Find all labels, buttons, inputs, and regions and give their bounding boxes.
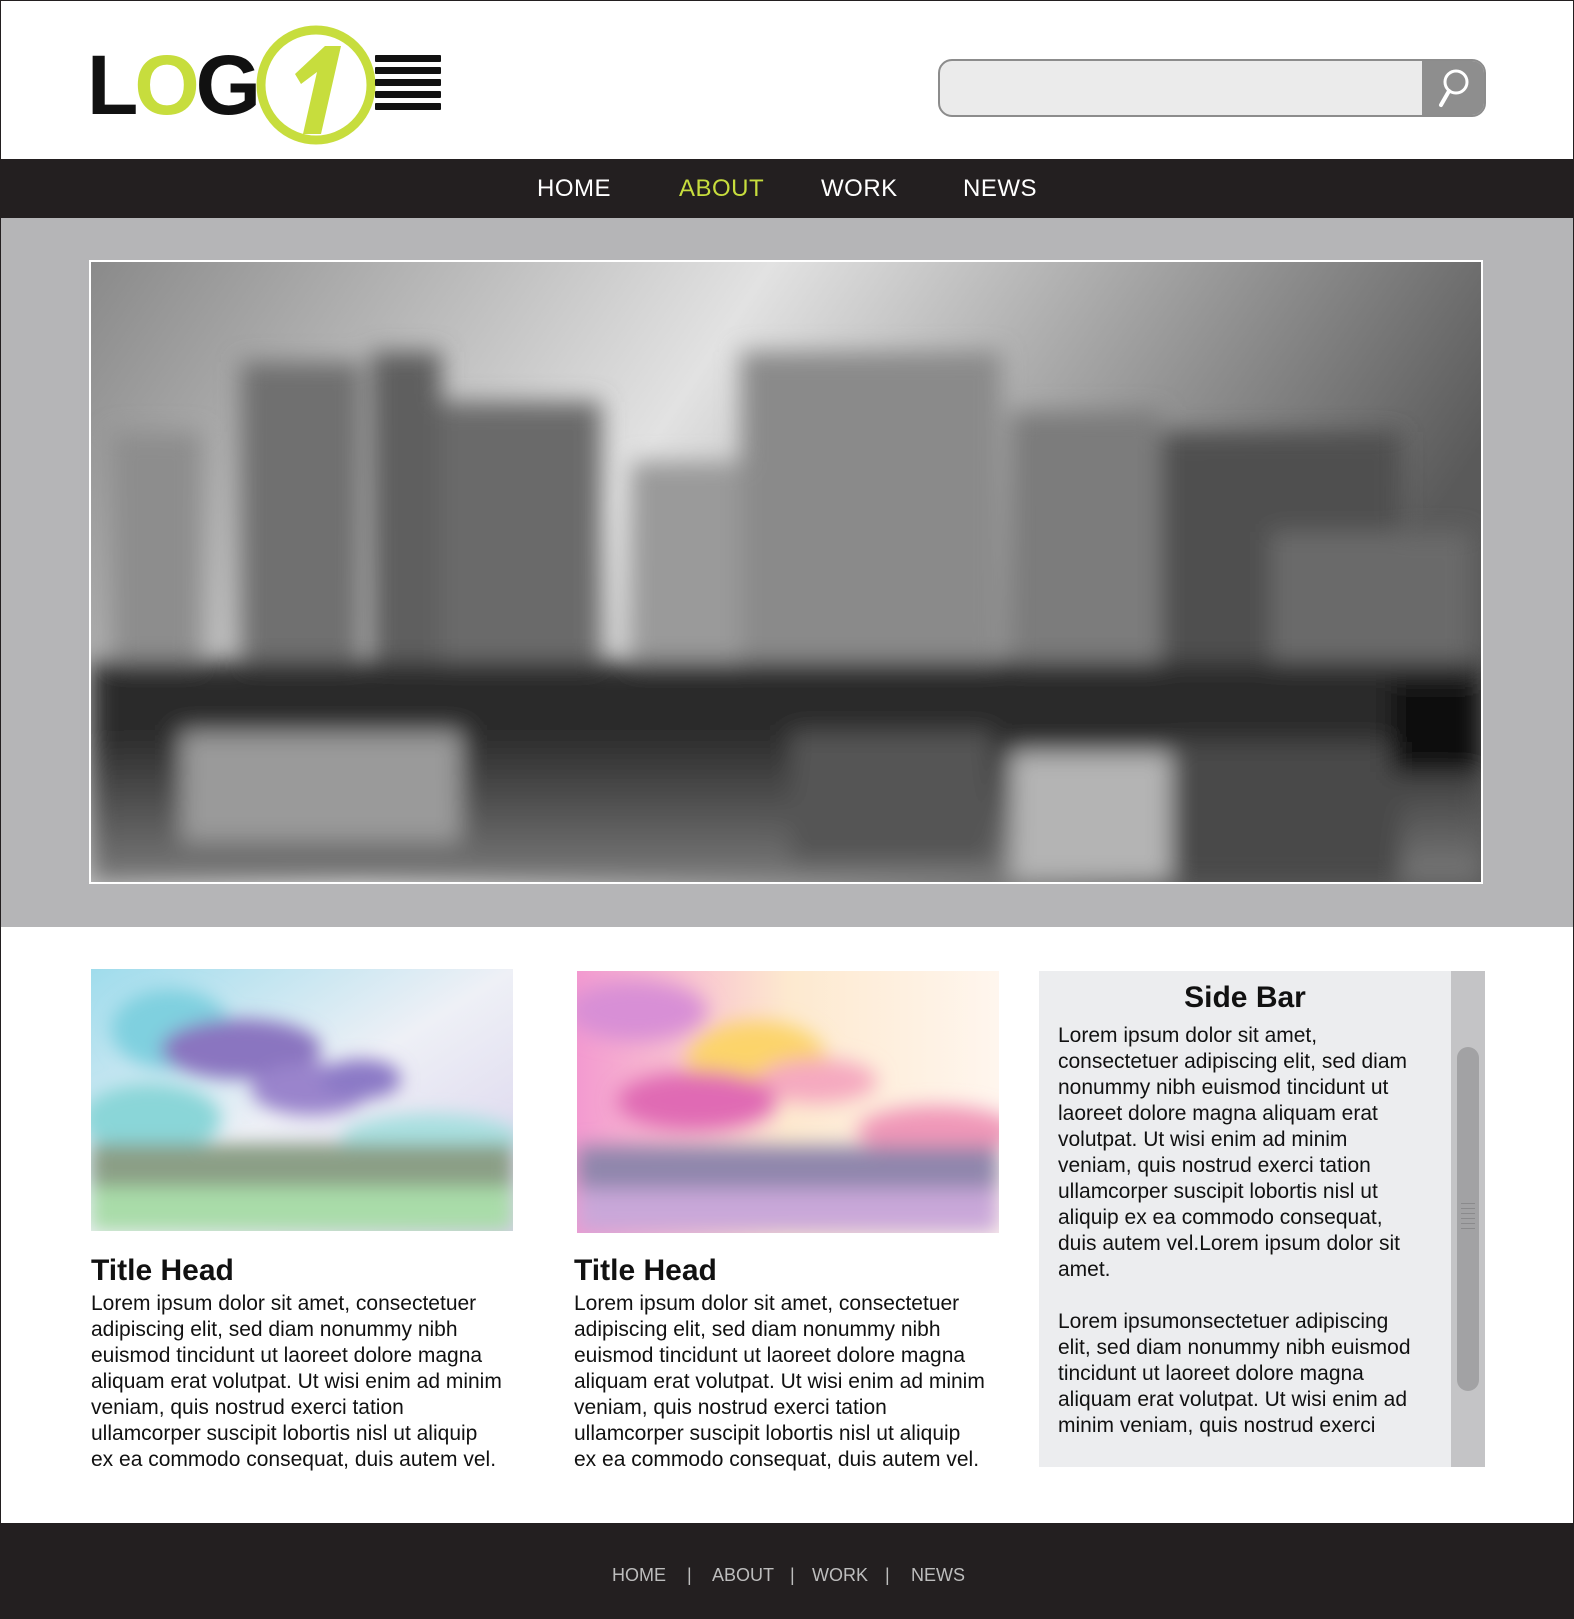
nav-item-about[interactable]: ABOUT xyxy=(679,175,764,203)
card-title: Title Head xyxy=(91,1254,234,1287)
footer-link-news[interactable]: NEWS xyxy=(911,1565,965,1586)
card-title: Title Head xyxy=(574,1254,717,1287)
header: LOG xyxy=(1,1,1573,159)
nav-item-work[interactable]: WORK xyxy=(821,175,898,203)
footer: HOME | ABOUT | WORK | NEWS xyxy=(1,1523,1573,1618)
footer-link-about[interactable]: ABOUT xyxy=(712,1565,774,1586)
search-bar xyxy=(938,59,1486,117)
footer-separator: | xyxy=(885,1565,890,1585)
sidebar-text: Lorem ipsum dolor sit amet, consectetuer… xyxy=(1058,1024,1411,1437)
logo-wordmark: LOG xyxy=(87,43,261,127)
page-frame: LOG HOME ABOUT WORK NEWS Title Head Lore… xyxy=(0,0,1574,1619)
footer-separator: | xyxy=(790,1565,795,1585)
main-nav: HOME ABOUT WORK NEWS xyxy=(1,159,1573,218)
footer-separator: | xyxy=(687,1565,692,1585)
footer-link-home[interactable]: HOME xyxy=(612,1565,666,1586)
card-body: Lorem ipsum dolor sit amet, consectetuer… xyxy=(574,1292,985,1471)
logo-badge-icon xyxy=(256,25,376,145)
search-button[interactable] xyxy=(1422,61,1484,115)
logo-text-prefix: LOG xyxy=(87,38,261,132)
sidebar: Side Bar Lorem ipsum dolor sit amet, con… xyxy=(1039,971,1485,1467)
card-image-aurora xyxy=(91,969,513,1231)
logo-lines-icon xyxy=(375,55,441,115)
nav-item-news[interactable]: NEWS xyxy=(963,175,1037,203)
hero-image xyxy=(89,260,1483,884)
sidebar-title: Side Bar xyxy=(1184,981,1306,1014)
scrollbar-thumb[interactable] xyxy=(1457,1047,1479,1391)
card-image-sunset xyxy=(577,971,999,1233)
search-icon xyxy=(1439,69,1469,107)
footer-link-work[interactable]: WORK xyxy=(812,1565,868,1586)
logo[interactable]: LOG xyxy=(87,21,447,146)
grip-icon xyxy=(1461,1203,1475,1233)
card-body: Lorem ipsum dolor sit amet, consectetuer… xyxy=(91,1292,502,1471)
nav-item-home[interactable]: HOME xyxy=(537,175,611,203)
search-input[interactable] xyxy=(940,61,1422,115)
sidebar-scrollbar[interactable] xyxy=(1451,971,1485,1467)
